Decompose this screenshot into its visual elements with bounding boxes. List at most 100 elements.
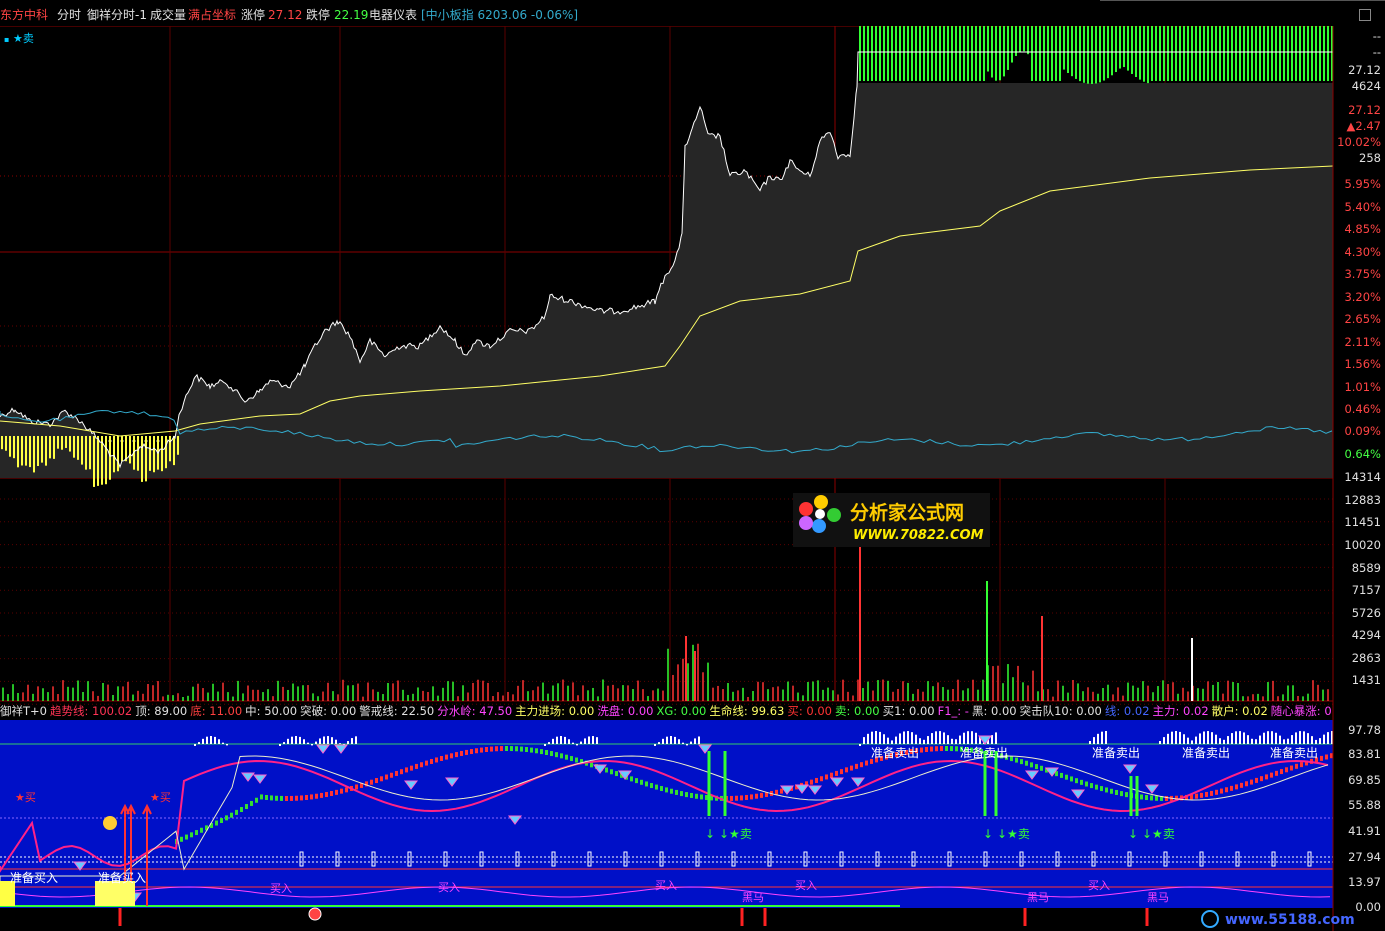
axis-pct-label: 3.20%: [1344, 290, 1381, 304]
stock-name[interactable]: 东方中科: [0, 8, 48, 22]
axis-price-label: 27.12: [1348, 63, 1381, 77]
formula-name[interactable]: 御祥分时-1: [87, 8, 147, 22]
volume-label[interactable]: 成交量: [150, 8, 186, 22]
money-bag-icon: [103, 816, 117, 830]
buy-in-label: 买入: [795, 879, 817, 892]
watermark-petal: [814, 495, 828, 509]
indicator-step-bar: [450, 753, 453, 759]
axis-volume-label: 12883: [1344, 493, 1381, 507]
indicator-step-bar: [1255, 777, 1258, 783]
indicator-step-bar: [185, 834, 188, 840]
indicator-step-bar: [530, 747, 533, 753]
axis-volume-label: 5726: [1352, 606, 1381, 620]
indicator-step-bar: [675, 789, 678, 795]
axis-pct-label: 2.65%: [1344, 312, 1381, 326]
indicator-step-bar: [555, 752, 558, 758]
axis-pct-label: 4.30%: [1344, 245, 1381, 259]
restore-icon[interactable]: [1359, 9, 1371, 21]
indicator-step-bar: [545, 749, 548, 755]
indicator-step-bar: [935, 746, 938, 752]
axis-volume-label: 10020: [1344, 538, 1381, 552]
indicator-value: 散户: 0.02: [1211, 704, 1268, 718]
axis-indicator-label: 27.94: [1348, 850, 1381, 864]
indicator-step-bar: [400, 769, 403, 775]
axis-pct-label: 5.40%: [1344, 200, 1381, 214]
indicator-step-bar: [320, 792, 323, 798]
black-horse-label: 黑马: [742, 891, 764, 904]
indicator-step-bar: [490, 746, 493, 752]
indicator-step-bar: [295, 795, 298, 801]
indicator-step-bar: [275, 795, 278, 801]
indicator-step-bar: [455, 752, 458, 758]
indicator-step-bar: [570, 756, 573, 762]
indicator-step-bar: [635, 778, 638, 784]
indicator-step-bar: [615, 771, 618, 777]
indicator-step-bar: [495, 746, 498, 752]
indicator-step-bar: [630, 776, 633, 782]
indicator-step-bar: [1205, 791, 1208, 797]
indicator-step-bar: [1150, 795, 1153, 801]
sector-label[interactable]: 电器仪表: [369, 8, 417, 22]
indicator-step-bar: [735, 795, 738, 801]
indicator-value: 中: 50.00: [245, 704, 298, 718]
indicator-step-bar: [950, 746, 953, 752]
indicator-step-bar: [1300, 762, 1303, 768]
indicator-step-bar: [610, 769, 613, 775]
indicator-step-bar: [945, 746, 948, 752]
indicator-step-bar: [780, 788, 783, 794]
axis-volume-label: 4294: [1352, 628, 1381, 642]
indicator-value: 突破: 0.00: [300, 704, 357, 718]
indicator-value: 随心暴涨: 0: [1270, 704, 1332, 718]
indicator-step-bar: [740, 795, 743, 801]
indicator-step-bar: [300, 795, 303, 801]
indicator-step-bar: [385, 774, 388, 780]
buy-signal-label: ★买: [150, 791, 171, 804]
indicator-step-bar: [1245, 781, 1248, 787]
axis-volume-label: 258: [1359, 151, 1381, 165]
indicator-step-bar: [1065, 774, 1068, 780]
axis-volume-label: 8589: [1352, 561, 1381, 575]
sell-signal-label: ↓★卖: [719, 827, 752, 841]
indicator-value: 卖: 0.00: [834, 704, 880, 718]
indicator-value: 买1: 0.00: [882, 704, 935, 718]
indicator-step-bar: [195, 830, 198, 836]
indicator-values-bar: 御祥T+0 趋势线: 100.02 顶: 89.00 底: 11.00 中: 50.00…: [0, 703, 1335, 719]
indicator-step-bar: [590, 762, 593, 768]
axis-pct-label: 0.09%: [1344, 424, 1381, 438]
indicator-step-bar: [250, 800, 253, 806]
prepare-sell-label: 准备卖出: [960, 746, 1008, 760]
indicator-step-bar: [1075, 778, 1078, 784]
limit-down-value: 22.19: [334, 8, 369, 22]
axis-change-label: ▲2.47: [1347, 119, 1381, 133]
volume-panel: [2, 546, 1329, 701]
indicator-step-bar: [1035, 764, 1038, 770]
top-strip: [1100, 0, 1385, 6]
indicator-step-bar: [500, 746, 503, 752]
prepare-sell-label: 准备卖出: [1270, 746, 1318, 760]
indicator-step-bar: [1220, 788, 1223, 794]
indicator-step-bar: [390, 772, 393, 778]
limit-down-label: 跌停: [306, 8, 331, 22]
axis-indicator-label: 69.85: [1348, 773, 1381, 787]
indicator-step-bar: [325, 792, 328, 798]
indicator-step-bar: [810, 779, 813, 785]
indicator-value: 趋势线: 100.02: [49, 704, 133, 718]
indicator-footer-bg: [0, 908, 1333, 931]
axis-indicator-label: 0.00: [1355, 900, 1381, 914]
indicator-step-bar: [225, 815, 228, 821]
indicator-step-bar: [520, 746, 523, 752]
axis-indicator-label: 41.91: [1348, 824, 1381, 838]
indicator-step-bar: [240, 807, 243, 813]
index-info[interactable]: [中小板指 6203.06 -0.06%]: [421, 8, 578, 22]
buy-in-label: 买入: [1088, 879, 1110, 892]
indicator-step-bar: [1280, 769, 1283, 775]
indicator-step-bar: [605, 767, 608, 773]
indicator-step-bar: [515, 746, 518, 752]
prepare-buy-label: 准备买入: [10, 871, 58, 885]
indicator-value: 御祥T+0: [0, 704, 47, 718]
indicator-step-bar: [1250, 779, 1253, 785]
overlay-label[interactable]: 满占坐标: [188, 8, 236, 22]
indicator-step-bar: [370, 779, 373, 785]
view-mode-tab[interactable]: 分时: [57, 8, 81, 22]
indicator-step-bar: [475, 748, 478, 754]
